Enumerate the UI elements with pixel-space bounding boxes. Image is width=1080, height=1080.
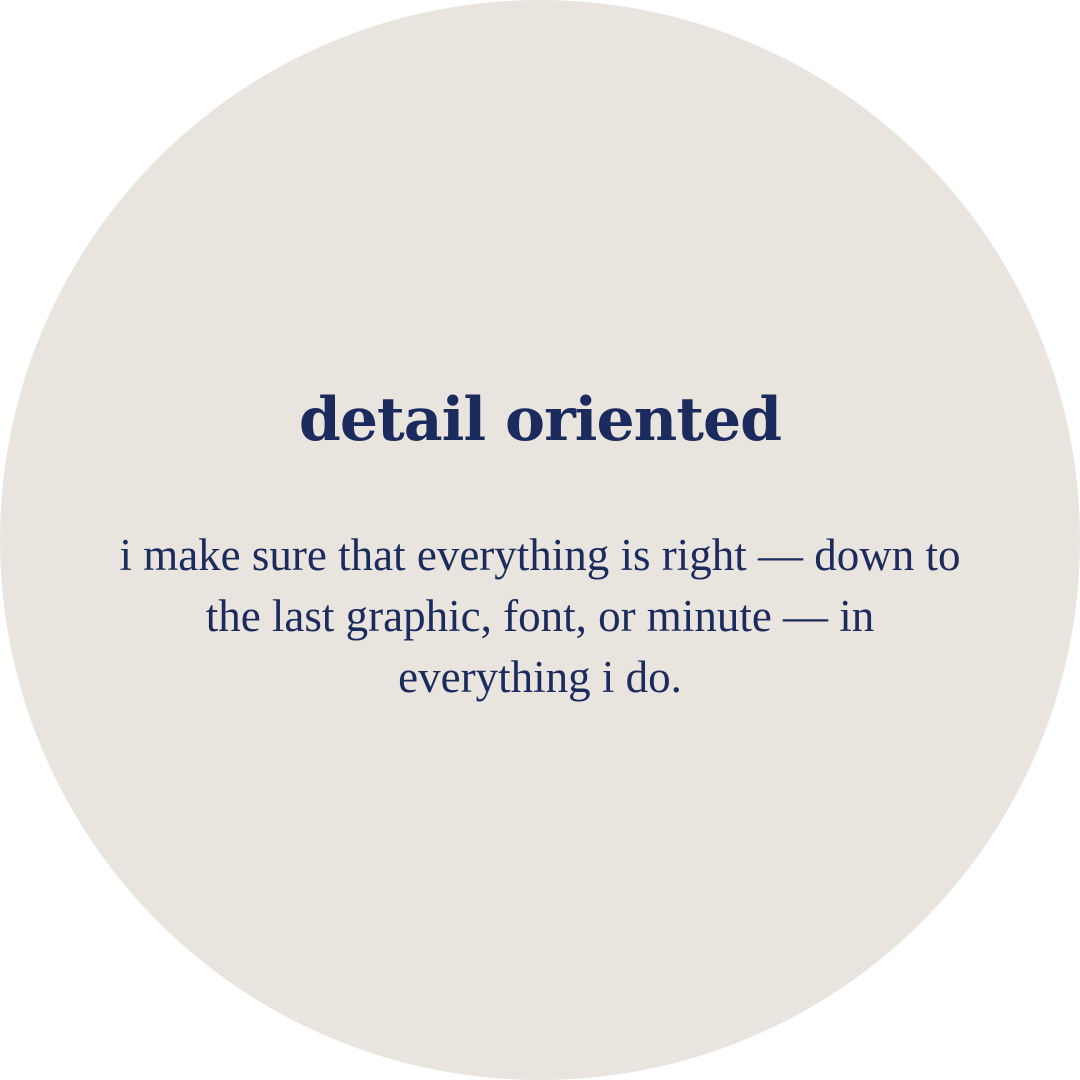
card-title: detail oriented xyxy=(298,385,782,455)
canvas: detail oriented i make sure that everyth… xyxy=(0,0,1080,1080)
card-description: i make sure that everything is right — d… xyxy=(119,530,961,702)
